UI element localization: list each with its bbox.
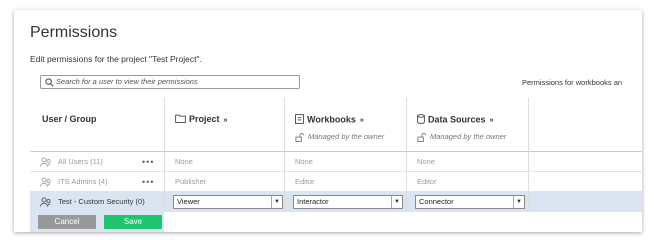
- project-header: Project: [189, 114, 220, 124]
- project-permission[interactable]: Publisher: [164, 172, 284, 192]
- header-workbooks: Workbooks » Managed by the owner: [284, 98, 406, 152]
- permissions-grid: User / Group Project » Workbooks » Managed…: [30, 98, 642, 232]
- permissions-dialog: Permissions Edit permissions for the pro…: [14, 10, 642, 232]
- extra-cell: [528, 152, 642, 172]
- row-actions: Cancel Save: [30, 212, 164, 232]
- search-icon: [45, 78, 54, 87]
- extra-cell: [528, 192, 642, 212]
- header-project: Project »: [164, 98, 284, 152]
- chevron-down-icon[interactable]: ▼: [271, 196, 282, 208]
- cancel-button[interactable]: Cancel: [38, 215, 96, 229]
- users-icon: [40, 157, 51, 167]
- workbooks-role-select[interactable]: Interactor ▼: [293, 195, 403, 209]
- header-user-group: User / Group: [30, 98, 164, 152]
- data-sources-role-value: Connector: [419, 197, 454, 206]
- more-options-icon[interactable]: •••: [142, 152, 154, 172]
- data-sources-header: Data Sources: [428, 114, 486, 125]
- table-row-selected[interactable]: Test - Custom Security (0) Viewer ▼ Inte…: [30, 192, 642, 212]
- save-button[interactable]: Save: [104, 215, 162, 229]
- search-placeholder: Search for a user to view their permissi…: [56, 77, 198, 86]
- page-subtitle: Edit permissions for the project "Test P…: [30, 54, 202, 64]
- users-icon: [40, 177, 51, 187]
- row-name: ITS Admins (4): [58, 177, 108, 186]
- users-icon: [40, 197, 51, 207]
- row-name: All Users (11): [58, 157, 103, 166]
- user-search-input[interactable]: Search for a user to view their permissi…: [40, 75, 300, 89]
- chevron-down-icon[interactable]: ▼: [391, 196, 402, 208]
- more-options-icon[interactable]: •••: [142, 172, 154, 192]
- row-name: Test - Custom Security (0): [58, 197, 145, 206]
- workbooks-permission[interactable]: None: [284, 152, 406, 172]
- unlock-icon: [417, 132, 426, 142]
- unlock-icon: [295, 132, 304, 142]
- data-sources-permission[interactable]: None: [406, 152, 528, 172]
- expand-data-sources-icon[interactable]: »: [490, 117, 494, 124]
- folder-icon: [175, 114, 186, 125]
- header-data-sources: Data Sources » Managed by the owner: [406, 98, 528, 152]
- chevron-down-icon[interactable]: ▼: [513, 196, 524, 208]
- user-group-header: User / Group: [42, 114, 97, 124]
- data-sources-permission[interactable]: Editor: [406, 172, 528, 192]
- project-role-select[interactable]: Viewer ▼: [173, 195, 283, 209]
- header-more-columns: [528, 98, 642, 152]
- expand-project-icon[interactable]: »: [224, 117, 228, 124]
- permissions-for-label: Permissions for workbooks an: [522, 78, 623, 87]
- data-sources-role-select[interactable]: Connector ▼: [415, 195, 525, 209]
- data-sources-managed-note: Managed by the owner: [430, 132, 507, 141]
- workbooks-role-value: Interactor: [297, 197, 329, 206]
- extra-cell: [528, 172, 642, 192]
- workbooks-managed-note: Managed by the owner: [308, 132, 385, 141]
- database-icon: [417, 114, 425, 126]
- expand-workbooks-icon[interactable]: »: [360, 117, 364, 124]
- workbooks-header: Workbooks: [307, 114, 356, 125]
- project-role-value: Viewer: [177, 197, 200, 206]
- table-row[interactable]: All Users (11) ••• None None None: [30, 152, 642, 172]
- page-title: Permissions: [30, 24, 118, 41]
- project-permission[interactable]: None: [164, 152, 284, 172]
- workbooks-permission[interactable]: Editor: [284, 172, 406, 192]
- workbook-icon: [295, 114, 304, 126]
- table-row[interactable]: ITS Admins (4) ••• Publisher Editor Edit…: [30, 172, 642, 192]
